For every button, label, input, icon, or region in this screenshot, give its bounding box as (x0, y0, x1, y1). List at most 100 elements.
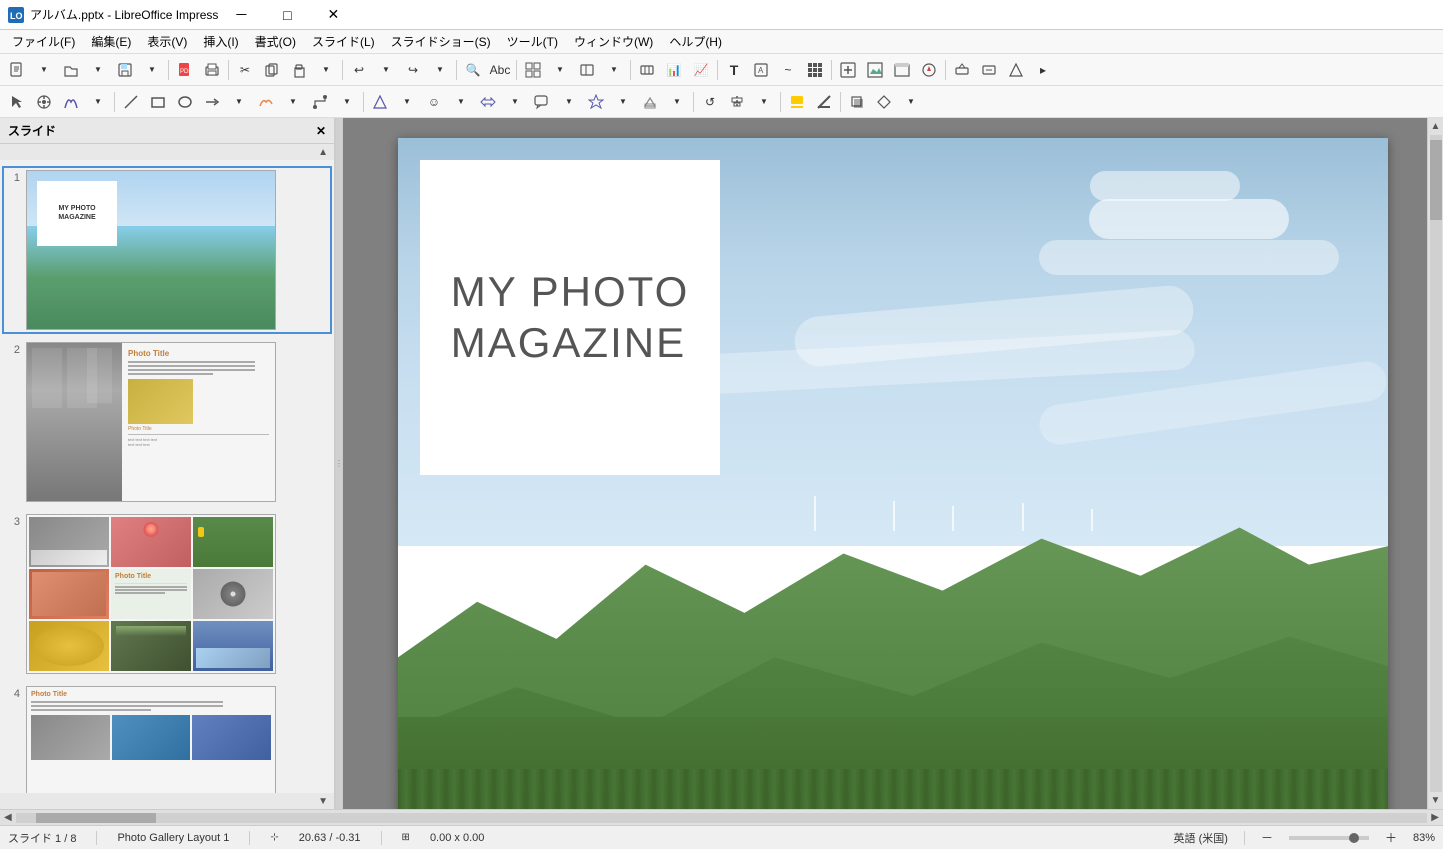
tb-dropdown2[interactable]: ▼ (601, 57, 627, 83)
zoom-thumb[interactable] (1349, 833, 1359, 843)
hscroll-right-arrow[interactable]: ▶ (1427, 810, 1443, 825)
menu-help[interactable]: ヘルプ(H) (661, 30, 730, 54)
maximize-button[interactable]: □ (264, 0, 310, 30)
slide-thumb-4[interactable]: Photo Title (26, 686, 276, 793)
rotate-tool[interactable]: ↺ (697, 89, 723, 115)
tb-draw-extra[interactable] (871, 89, 897, 115)
scroll-up-arrow[interactable]: ▲ (1428, 118, 1443, 135)
select-tool[interactable] (4, 89, 30, 115)
tb-extra3[interactable] (1003, 57, 1029, 83)
line-tool[interactable] (118, 89, 144, 115)
new-button[interactable] (4, 57, 30, 83)
effects-dropdown[interactable]: ▼ (85, 89, 111, 115)
slide-item-2[interactable]: 2 Photo Title (4, 340, 330, 504)
grid-btn[interactable] (802, 57, 828, 83)
tb-btn1[interactable] (520, 57, 546, 83)
save-button[interactable] (112, 57, 138, 83)
callout-dropdown[interactable]: ▼ (556, 89, 582, 115)
scroll-thumb[interactable] (1430, 140, 1442, 220)
menu-slide[interactable]: スライド(L) (304, 30, 383, 54)
hscroll-left-arrow[interactable]: ◀ (0, 810, 16, 825)
symbol-tool[interactable]: ☺ (421, 89, 447, 115)
tb-btn2[interactable] (574, 57, 600, 83)
open-dropdown[interactable]: ▼ (85, 57, 111, 83)
align-tool[interactable] (724, 89, 750, 115)
tb-btn4[interactable]: 📊 (661, 57, 687, 83)
tb-btn3[interactable] (634, 57, 660, 83)
slide-thumb-1[interactable]: MY PHOTOMAGAZINE (26, 170, 276, 330)
paste-dropdown[interactable]: ▼ (313, 57, 339, 83)
dblrarrow-dropdown[interactable]: ▼ (502, 89, 528, 115)
redo-dropdown[interactable]: ▼ (427, 57, 453, 83)
tb-btn5[interactable]: 📈 (688, 57, 714, 83)
rect-tool[interactable] (145, 89, 171, 115)
tb-insert2[interactable] (862, 57, 888, 83)
minimize-button[interactable]: － (218, 0, 264, 30)
star-tool[interactable] (583, 89, 609, 115)
freehand-tool[interactable] (253, 89, 279, 115)
tb-insert1[interactable] (835, 57, 861, 83)
main-slide[interactable]: MY PHOTO MAGAZINE (398, 138, 1388, 809)
shape-tool[interactable] (367, 89, 393, 115)
hscroll-thumb[interactable] (36, 813, 156, 823)
slide-thumb-3[interactable]: Photo Title (26, 514, 276, 674)
symbol-dropdown[interactable]: ▼ (448, 89, 474, 115)
main-content-box[interactable]: MY PHOTO MAGAZINE (420, 160, 720, 475)
ellipse-tool[interactable] (172, 89, 198, 115)
align-dropdown[interactable]: ▼ (751, 89, 777, 115)
zoom-in-btn[interactable]: ＋ (1385, 829, 1397, 846)
shadow-btn[interactable] (844, 89, 870, 115)
copy-button[interactable] (259, 57, 285, 83)
slide-item-4[interactable]: 4 Photo Title (4, 684, 330, 793)
scroll-down-arrow[interactable]: ▼ (1428, 792, 1443, 809)
3d-tool[interactable] (637, 89, 663, 115)
new-dropdown[interactable]: ▼ (31, 57, 57, 83)
slide-item-3[interactable]: 3 (4, 512, 330, 676)
paste-button[interactable] (286, 57, 312, 83)
tb-extra1[interactable] (949, 57, 975, 83)
draw-extra-dropdown[interactable]: ▼ (898, 89, 924, 115)
slide-scroll-down[interactable]: ▼ (312, 794, 334, 809)
pan-tool[interactable] (31, 89, 57, 115)
star-dropdown[interactable]: ▼ (610, 89, 636, 115)
undo-dropdown[interactable]: ▼ (373, 57, 399, 83)
slide-thumb-2[interactable]: Photo Title Photo Title text text text t… (26, 342, 276, 502)
find-button[interactable]: 🔍 (460, 57, 486, 83)
close-button[interactable]: ✕ (310, 0, 356, 30)
tb-extra2[interactable] (976, 57, 1002, 83)
undo-button[interactable]: ↩ (346, 57, 372, 83)
arrow-dropdown[interactable]: ▼ (226, 89, 252, 115)
tb-btn7[interactable]: ~ (775, 57, 801, 83)
text-btn[interactable]: T (721, 57, 747, 83)
linecolor-btn[interactable] (811, 89, 837, 115)
tb-extra4[interactable]: ▸ (1030, 57, 1056, 83)
shape-dropdown[interactable]: ▼ (394, 89, 420, 115)
menu-format[interactable]: 書式(O) (247, 30, 304, 54)
zoom-slider[interactable] (1289, 836, 1369, 840)
print-button[interactable] (199, 57, 225, 83)
tb-insert4[interactable] (916, 57, 942, 83)
menu-slideshow[interactable]: スライドショー(S) (383, 30, 499, 54)
redo-button[interactable]: ↪ (400, 57, 426, 83)
menu-window[interactable]: ウィンドウ(W) (566, 30, 661, 54)
connector-dropdown[interactable]: ▼ (334, 89, 360, 115)
cut-button[interactable]: ✂ (232, 57, 258, 83)
menu-view[interactable]: 表示(V) (139, 30, 195, 54)
tb-insert3[interactable] (889, 57, 915, 83)
callout-tool[interactable] (529, 89, 555, 115)
effects-tool[interactable] (58, 89, 84, 115)
zoom-out-btn[interactable]: － (1261, 829, 1273, 846)
dblrarrow-tool[interactable] (475, 89, 501, 115)
tb-btn6[interactable]: A (748, 57, 774, 83)
3d-dropdown[interactable]: ▼ (664, 89, 690, 115)
menu-tools[interactable]: ツール(T) (499, 30, 566, 54)
arrow-tool[interactable] (199, 89, 225, 115)
menu-file[interactable]: ファイル(F) (4, 30, 83, 54)
freehand-dropdown[interactable]: ▼ (280, 89, 306, 115)
slide-scroll-up[interactable]: ▲ (312, 145, 334, 160)
menu-insert[interactable]: 挿入(I) (195, 30, 246, 54)
connector-tool[interactable] (307, 89, 333, 115)
fillcolor-btn[interactable] (784, 89, 810, 115)
menu-edit[interactable]: 編集(E) (83, 30, 139, 54)
open-button[interactable] (58, 57, 84, 83)
